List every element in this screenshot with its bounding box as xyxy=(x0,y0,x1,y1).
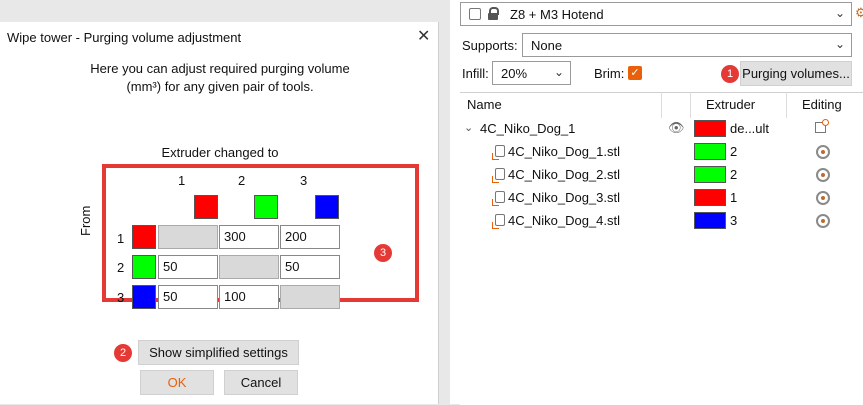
annotation-badge-2: 2 xyxy=(114,344,132,362)
column-color-3 xyxy=(315,195,339,219)
gear-icon[interactable] xyxy=(816,214,830,228)
object-extruder-value[interactable]: de...ult xyxy=(730,121,769,136)
object-extruder-color[interactable] xyxy=(694,120,726,137)
purge-cell-3-1[interactable]: 50 xyxy=(158,285,218,309)
chevron-down-icon: ⌄ xyxy=(553,65,564,79)
supports-select[interactable]: None ⌄ xyxy=(522,33,852,57)
row-header-3: 3 xyxy=(117,290,125,305)
column-header-editing: Editing xyxy=(802,97,842,112)
purging-volumes-button[interactable]: Purging volumes... xyxy=(740,61,852,86)
row-color-1 xyxy=(132,225,156,249)
purge-cell-2-1[interactable]: 50 xyxy=(158,255,218,279)
chevron-down-icon: ⌄ xyxy=(834,6,845,20)
chevron-down-icon[interactable]: ⌄ xyxy=(464,121,473,134)
eye-icon[interactable]: 👁 xyxy=(668,120,685,136)
column-header-3: 3 xyxy=(300,173,308,188)
part-extruder-color[interactable] xyxy=(694,166,726,183)
row-color-2 xyxy=(132,255,156,279)
brim-label: Brim: xyxy=(594,66,625,81)
part-extruder-color[interactable] xyxy=(694,189,726,206)
purge-cell-1-1 xyxy=(158,225,218,249)
extruder-changed-to-label: Extruder changed to xyxy=(161,145,279,160)
part-icon xyxy=(492,214,505,229)
column-color-1 xyxy=(194,195,218,219)
printer-settings-icon[interactable]: ⚙ xyxy=(855,5,863,21)
part-icon xyxy=(492,168,505,183)
purge-cell-2-2 xyxy=(219,255,279,279)
gear-icon[interactable] xyxy=(816,145,830,159)
purge-cell-1-2[interactable]: 300 xyxy=(219,225,279,249)
purge-cell-2-3[interactable]: 50 xyxy=(280,255,340,279)
infill-label: Infill: xyxy=(462,66,489,81)
column-separator xyxy=(786,92,787,118)
chevron-down-icon: ⌄ xyxy=(834,37,845,51)
row-color-3 xyxy=(132,285,156,309)
lock-icon xyxy=(488,7,499,20)
purge-cell-3-2[interactable]: 100 xyxy=(219,285,279,309)
annotation-badge-3: 3 xyxy=(374,244,392,262)
description-line-2: (mm³) for any given pair of tools. xyxy=(126,79,314,94)
column-header-name: Name xyxy=(467,97,502,112)
printer-select[interactable]: Z8 + M3 Hotend ⌄ xyxy=(460,2,852,26)
column-header-extruder: Extruder xyxy=(706,97,756,112)
part-name[interactable]: 4C_Niko_Dog_3.stl xyxy=(508,190,620,205)
column-color-2 xyxy=(254,195,278,219)
dialog-title: Wipe tower - Purging volume adjustment xyxy=(7,30,242,45)
infill-value: 20% xyxy=(501,66,528,81)
column-separator xyxy=(690,92,691,118)
supports-label: Supports: xyxy=(462,38,518,53)
part-extruder-color[interactable] xyxy=(694,212,726,229)
object-name[interactable]: 4C_Niko_Dog_1 xyxy=(480,121,575,136)
part-extruder-value[interactable]: 2 xyxy=(730,144,737,159)
column-header-1: 1 xyxy=(178,173,186,188)
part-extruder-color[interactable] xyxy=(694,143,726,160)
row-header-2: 2 xyxy=(117,260,125,275)
part-extruder-value[interactable]: 3 xyxy=(730,213,737,228)
purge-cell-1-3[interactable]: 200 xyxy=(280,225,340,249)
annotation-badge-1: 1 xyxy=(721,65,739,83)
row-header-1: 1 xyxy=(117,231,125,246)
supports-value: None xyxy=(531,38,563,53)
description-line-1: Here you can adjust required purging vol… xyxy=(90,61,350,76)
part-name[interactable]: 4C_Niko_Dog_4.stl xyxy=(508,213,620,228)
edit-object-icon[interactable] xyxy=(815,119,829,133)
part-extruder-value[interactable]: 1 xyxy=(730,190,737,205)
ok-button[interactable]: OK xyxy=(140,370,214,395)
printer-name: Z8 + M3 Hotend xyxy=(510,7,604,22)
show-simplified-settings-button[interactable]: Show simplified settings xyxy=(138,340,299,365)
part-icon xyxy=(492,145,505,160)
close-icon[interactable]: ✕ xyxy=(417,26,430,46)
infill-select[interactable]: 20% ⌄ xyxy=(492,61,571,85)
cancel-button[interactable]: Cancel xyxy=(224,370,298,395)
part-icon xyxy=(492,191,505,206)
gear-icon[interactable] xyxy=(816,191,830,205)
gear-icon[interactable] xyxy=(816,168,830,182)
part-name[interactable]: 4C_Niko_Dog_2.stl xyxy=(508,167,620,182)
from-label: From xyxy=(78,205,93,236)
column-separator xyxy=(661,92,662,118)
part-name[interactable]: 4C_Niko_Dog_1.stl xyxy=(508,144,620,159)
dialog-description: Here you can adjust required purging vol… xyxy=(70,60,370,96)
part-extruder-value[interactable]: 2 xyxy=(730,167,737,182)
column-header-2: 2 xyxy=(238,173,246,188)
object-list xyxy=(460,92,863,405)
printer-icon xyxy=(469,8,481,20)
purge-cell-3-3 xyxy=(280,285,340,309)
brim-checkbox[interactable]: ✓ xyxy=(628,66,642,80)
